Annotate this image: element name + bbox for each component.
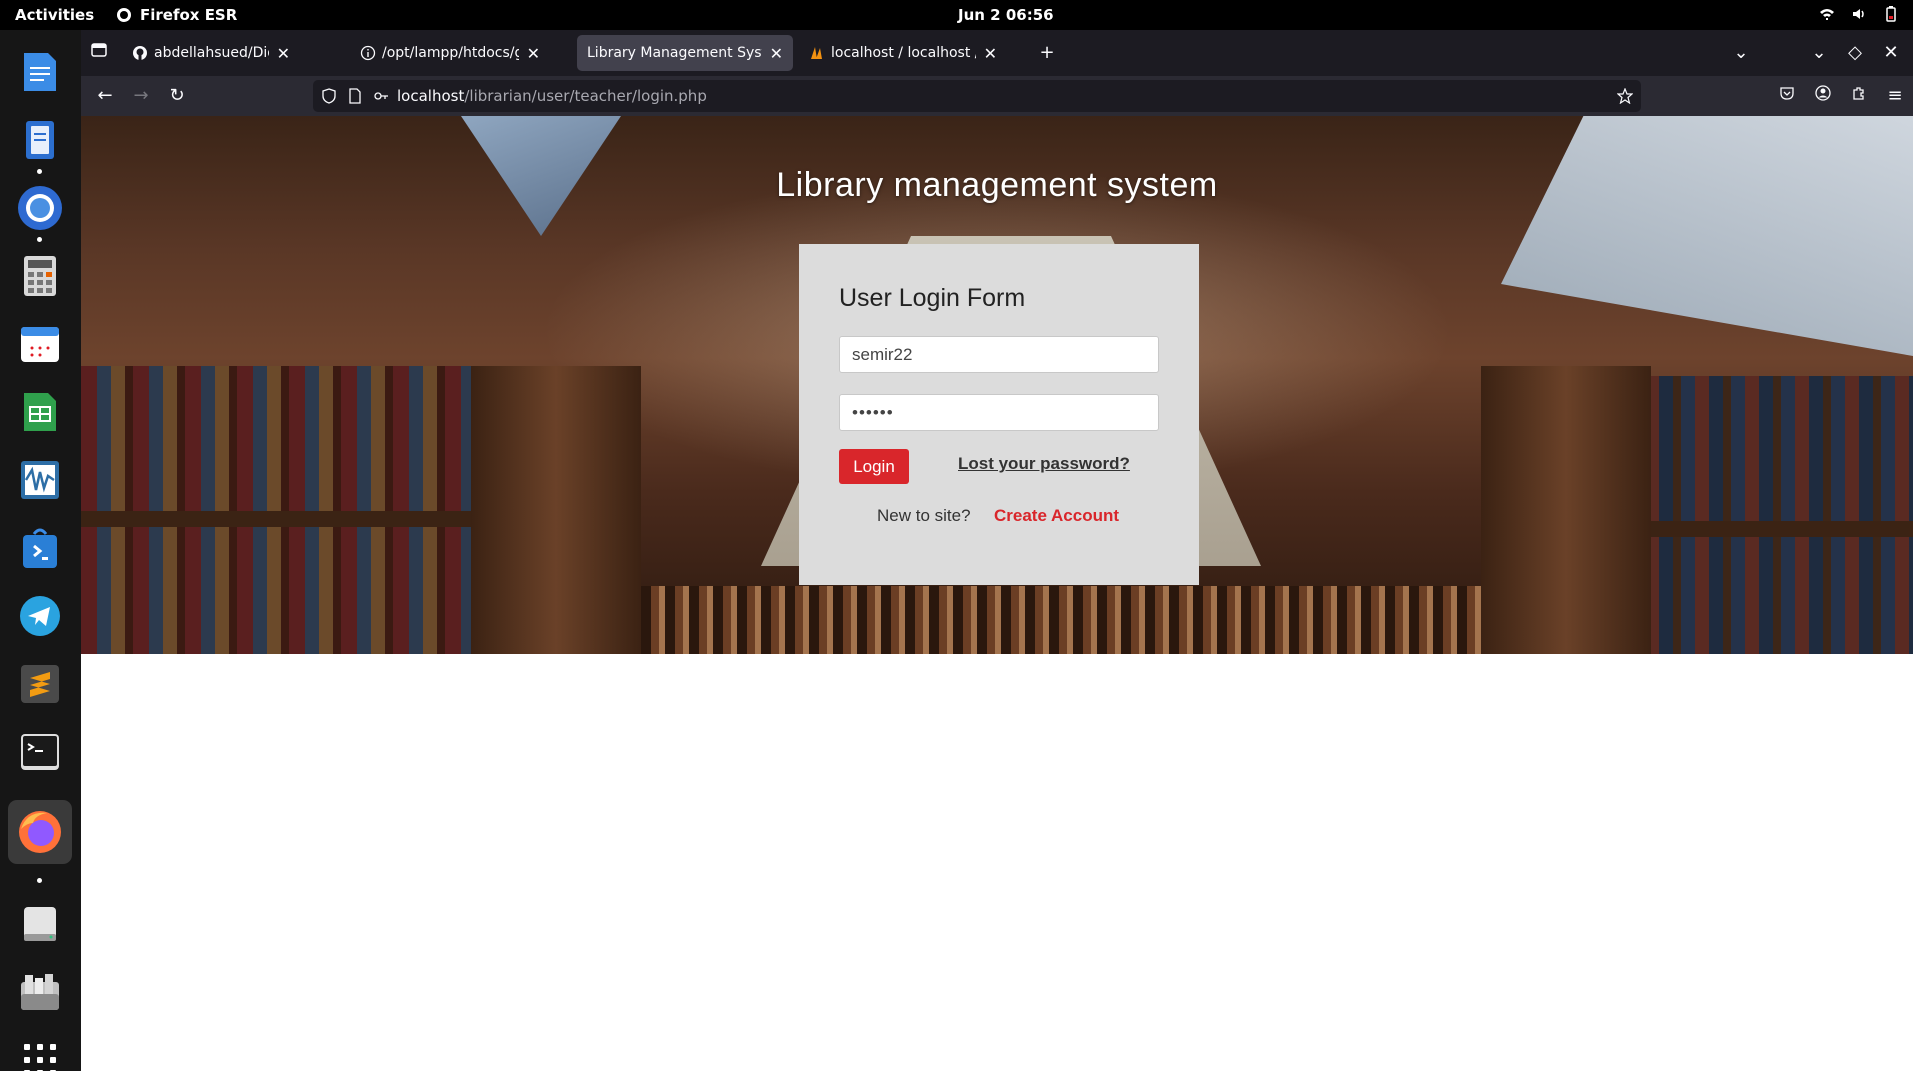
close-icon[interactable]: ✕ (984, 44, 997, 63)
extensions-icon[interactable] (1847, 84, 1871, 108)
volume-icon (1851, 6, 1867, 22)
close-icon[interactable]: ✕ (770, 44, 783, 63)
login-button[interactable]: Login (839, 449, 909, 484)
tab-label: abdellahsued/Digitallibrary (154, 45, 269, 61)
telegram-icon[interactable] (14, 590, 66, 642)
account-icon[interactable] (1811, 84, 1835, 108)
app-menu[interactable]: Firefox ESR (116, 6, 237, 24)
bookmark-star-icon[interactable] (1617, 88, 1633, 104)
app-name-label: Firefox ESR (140, 6, 238, 24)
sublime-text-icon[interactable] (14, 658, 66, 710)
drive-icon[interactable] (14, 898, 66, 950)
tab-github[interactable]: abdellahsued/Digitallibrary ✕ (122, 35, 300, 71)
page-icon[interactable] (347, 88, 363, 104)
spreadsheet-icon[interactable] (14, 386, 66, 438)
create-account-link[interactable]: Create Account (994, 506, 1119, 526)
calendar-icon[interactable] (14, 318, 66, 370)
terminal-icon[interactable] (14, 726, 66, 778)
back-icon[interactable]: ← (93, 84, 117, 108)
new-tab-icon[interactable]: + (1035, 41, 1059, 65)
document-viewer-icon[interactable] (14, 114, 66, 166)
forward-icon[interactable]: → (129, 84, 153, 108)
firefox-icon[interactable] (8, 800, 72, 864)
url-text[interactable]: localhost/librarian/user/teacher/login.p… (397, 87, 707, 105)
lost-password-link[interactable]: Lost your password? (958, 454, 1130, 474)
calculator-icon[interactable] (14, 250, 66, 302)
close-window-icon[interactable]: ✕ (1879, 41, 1903, 65)
password-input[interactable]: •••••• (839, 394, 1159, 431)
restore-icon[interactable]: ◇ (1843, 41, 1867, 65)
tab-label: Library Management System (587, 45, 762, 61)
close-icon[interactable]: ✕ (277, 44, 290, 63)
url-host: localhost (397, 87, 465, 105)
info-icon (360, 45, 376, 61)
waveform-icon[interactable] (14, 454, 66, 506)
browser-window: abdellahsued/Digitallibrary ✕ /opt/lampp… (81, 30, 1913, 1071)
carved-pillar (471, 366, 641, 654)
window-decoration (1501, 116, 1913, 356)
clock[interactable]: Jun 2 06:56 (958, 6, 1054, 24)
close-icon[interactable]: ✕ (527, 44, 540, 63)
navigation-bar: ← → ↻ localhost/librarian/user/teacher/l… (81, 76, 1913, 116)
tab-label: /opt/lampp/htdocs/github (382, 45, 519, 61)
archive-icon[interactable] (14, 966, 66, 1018)
tab-label: localhost / localhost / proje (831, 45, 976, 61)
page-content: Library management system User Login For… (81, 116, 1913, 1071)
firefox-view-icon[interactable] (87, 41, 111, 65)
username-input[interactable]: semir22 (839, 336, 1159, 373)
minimize-icon[interactable]: ⌄ (1807, 41, 1831, 65)
key-icon[interactable] (373, 88, 389, 104)
github-icon (133, 46, 147, 60)
tab-phpmyadmin[interactable]: localhost / localhost / proje ✕ (799, 35, 1007, 71)
pocket-icon[interactable] (1775, 84, 1799, 108)
wifi-icon (1819, 6, 1835, 22)
url-path: /librarian/user/teacher/login.php (464, 87, 707, 105)
app-grid-icon[interactable] (14, 1034, 66, 1086)
text-editor-icon[interactable] (14, 46, 66, 98)
page-title: Library management system (776, 166, 1218, 204)
hero-background-image: Library management system User Login For… (81, 116, 1913, 654)
form-heading: User Login Form (839, 284, 1026, 312)
firefox-icon (117, 8, 131, 22)
tab-file[interactable]: /opt/lampp/htdocs/github ✕ (350, 35, 550, 71)
phpmyadmin-icon (811, 47, 822, 59)
tab-bar: abdellahsued/Digitallibrary ✕ /opt/lampp… (81, 30, 1913, 76)
reload-icon[interactable]: ↻ (165, 84, 189, 108)
dock (0, 30, 81, 1076)
software-store-icon[interactable] (14, 522, 66, 574)
login-form-card: User Login Form semir22 •••••• Login Los… (799, 244, 1199, 585)
new-to-site-label: New to site? (877, 506, 971, 525)
carved-pillar (1481, 366, 1651, 654)
system-top-bar: Activities Firefox ESR Jun 2 06:56 (0, 0, 1913, 30)
shield-icon[interactable] (321, 88, 337, 104)
system-tray[interactable] (1819, 6, 1899, 22)
hamburger-menu-icon[interactable]: ≡ (1883, 84, 1907, 108)
list-all-tabs-icon[interactable]: ⌄ (1729, 41, 1753, 65)
tab-library-management[interactable]: Library Management System ✕ (577, 35, 793, 71)
activities-button[interactable]: Activities (15, 6, 94, 24)
battery-icon (1883, 6, 1899, 22)
chromium-icon[interactable] (14, 182, 66, 234)
bookshelf-center (641, 586, 1481, 654)
url-bar[interactable]: localhost/librarian/user/teacher/login.p… (313, 80, 1641, 112)
